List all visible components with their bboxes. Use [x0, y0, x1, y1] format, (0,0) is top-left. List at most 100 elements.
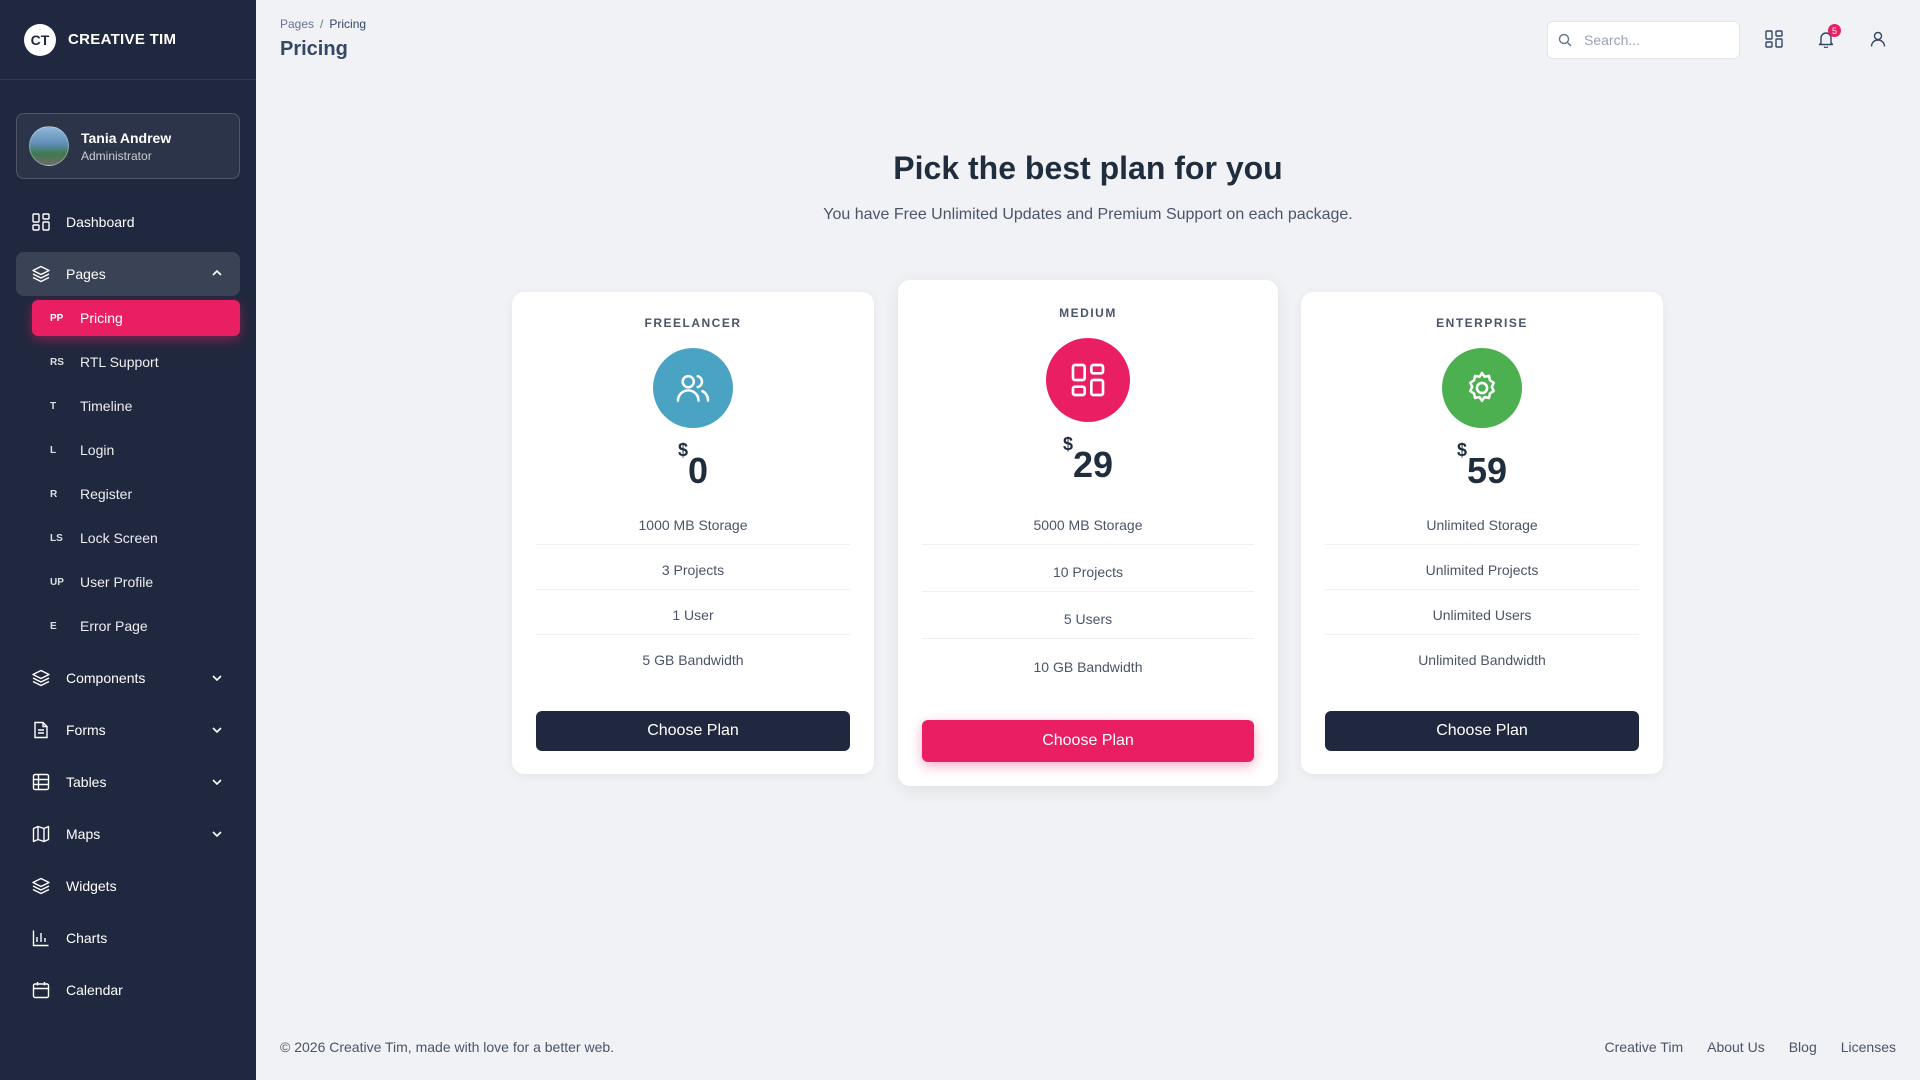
feature-divider	[922, 638, 1254, 639]
feature-divider	[922, 591, 1254, 592]
currency-symbol: $	[1456, 440, 1467, 460]
sidebar-item-label: Pages	[66, 266, 106, 282]
sidebar-item-pricing[interactable]: PP Pricing	[32, 300, 240, 336]
price-value: 0	[687, 450, 709, 491]
footer-link-creative-tim[interactable]: Creative Tim	[1605, 1039, 1684, 1055]
sub-item-abbr: PP	[50, 312, 64, 324]
feature-divider	[536, 589, 850, 590]
sidebar-item-dashboard[interactable]: Dashboard	[16, 200, 240, 244]
feature-divider	[536, 544, 850, 545]
chevron-down-icon	[212, 675, 222, 682]
grid-icon	[1071, 363, 1105, 397]
plan-feature: 5 Users	[1063, 611, 1113, 627]
sidebar-item-timeline[interactable]: T Timeline	[32, 388, 240, 424]
sidebar-item-login[interactable]: L Login	[32, 432, 240, 468]
notification-badge: 5	[1828, 24, 1841, 37]
users-icon	[676, 374, 710, 402]
user-name: Tania Andrew	[81, 129, 172, 146]
map-icon	[32, 825, 50, 843]
sub-item-abbr: L	[50, 444, 57, 456]
sidebar-item-error-page[interactable]: E Error Page	[32, 608, 240, 644]
breadcrumb-current: Pricing	[329, 17, 367, 31]
sidebar-item-components[interactable]: Components	[16, 652, 240, 704]
chevron-down-icon	[212, 831, 222, 838]
plan-feature: Unlimited Users	[1432, 607, 1532, 623]
sidebar-item-label: Forms	[66, 722, 106, 738]
plan-feature: Unlimited Bandwidth	[1418, 652, 1546, 668]
sub-item-label: Lock Screen	[80, 530, 158, 546]
sidebar-item-label: Dashboard	[66, 214, 135, 230]
feature-divider	[1325, 589, 1639, 590]
sub-item-label: User Profile	[80, 574, 154, 590]
calendar-icon	[32, 981, 50, 999]
sub-item-label: Register	[80, 486, 133, 502]
gear-icon	[1469, 371, 1495, 403]
plan-icon-circle	[653, 348, 733, 428]
notifications-button[interactable]: 5	[1815, 24, 1841, 50]
sidebar-item-label: Widgets	[66, 878, 117, 894]
sidebar-item-widgets[interactable]: Widgets	[16, 860, 240, 912]
footer-copyright: © 2026 Creative Tim, made with love for …	[280, 1039, 615, 1055]
sub-item-label: Error Page	[80, 618, 148, 634]
sub-item-label: Pricing	[80, 310, 123, 326]
sidebar-item-tables[interactable]: Tables	[16, 756, 240, 808]
sidebar-item-label: Calendar	[66, 982, 123, 998]
sidebar-item-calendar[interactable]: Calendar	[16, 964, 240, 1016]
choose-plan-button[interactable]: Choose Plan	[922, 720, 1254, 762]
bar-chart-icon	[32, 929, 50, 947]
feature-divider	[922, 544, 1254, 545]
document-icon	[32, 721, 50, 739]
plan-price: $29	[898, 434, 1278, 486]
page-title: Pricing	[280, 38, 348, 60]
brand-logo: CT	[24, 23, 56, 56]
hero-title: Pick the best plan for you	[893, 150, 1283, 186]
sidebar-item-lock-screen[interactable]: LS Lock Screen	[32, 520, 240, 556]
dashboard-icon	[32, 213, 50, 231]
sidebar-item-forms[interactable]: Forms	[16, 704, 240, 756]
sidebar: CT CREATIVE TIM Tania Andrew Administrat…	[0, 0, 256, 1080]
currency-symbol: $	[1062, 434, 1073, 454]
breadcrumb-root[interactable]: Pages	[280, 17, 314, 31]
sidebar-item-label: Components	[66, 670, 146, 686]
apps-button[interactable]	[1763, 28, 1785, 50]
brand[interactable]: CT CREATIVE TIM	[0, 0, 256, 80]
choose-plan-button[interactable]: Choose Plan	[536, 711, 850, 751]
sub-item-abbr: LS	[50, 532, 63, 544]
sidebar-item-pages[interactable]: Pages	[16, 252, 240, 296]
user-icon	[1870, 31, 1886, 47]
price-value: 59	[1466, 450, 1508, 491]
chevron-up-icon	[212, 269, 222, 276]
choose-plan-button[interactable]: Choose Plan	[1325, 711, 1639, 751]
search-box[interactable]	[1547, 21, 1740, 59]
pricing-card-medium: MEDIUM $29 5000 MB Storage 10 Projects 5…	[898, 280, 1278, 786]
layers-icon	[32, 877, 50, 895]
sidebar-item-rtl-support[interactable]: RS RTL Support	[32, 344, 240, 380]
footer-link-licenses[interactable]: Licenses	[1841, 1039, 1896, 1055]
breadcrumb: Pages / Pricing	[280, 17, 366, 31]
sub-item-label: Login	[80, 442, 115, 458]
footer-link-blog[interactable]: Blog	[1789, 1039, 1817, 1055]
sidebar-item-charts[interactable]: Charts	[16, 912, 240, 964]
chevron-down-icon	[212, 779, 222, 786]
footer-link-about-us[interactable]: About Us	[1707, 1039, 1765, 1055]
sidebar-item-maps[interactable]: Maps	[16, 808, 240, 860]
plan-feature: Unlimited Storage	[1426, 517, 1538, 533]
avatar	[29, 126, 69, 166]
plan-label: FREELANCER	[644, 316, 742, 330]
plan-price: $59	[1301, 440, 1663, 492]
breadcrumb-separator: /	[320, 17, 324, 31]
sidebar-nav: Dashboard Pages PP Pricing RS RTL Suppor…	[16, 200, 240, 1016]
search-input[interactable]	[1584, 32, 1724, 48]
sidebar-item-label: Charts	[66, 930, 108, 946]
price-value: 29	[1072, 444, 1114, 485]
plan-feature: 5 GB Bandwidth	[642, 652, 744, 668]
sub-item-abbr: T	[50, 400, 57, 412]
pricing-card-enterprise: ENTERPRISE $59 Unlimited Storage Unlimit…	[1301, 292, 1663, 774]
plan-feature: 3 Projects	[661, 562, 725, 578]
plan-feature: 10 Projects	[1052, 564, 1124, 580]
account-button[interactable]	[1867, 28, 1889, 50]
sidebar-item-user-profile[interactable]: UP User Profile	[32, 564, 240, 600]
currency-symbol: $	[677, 440, 688, 460]
user-card[interactable]: Tania Andrew Administrator	[16, 113, 240, 179]
sidebar-item-register[interactable]: R Register	[32, 476, 240, 512]
